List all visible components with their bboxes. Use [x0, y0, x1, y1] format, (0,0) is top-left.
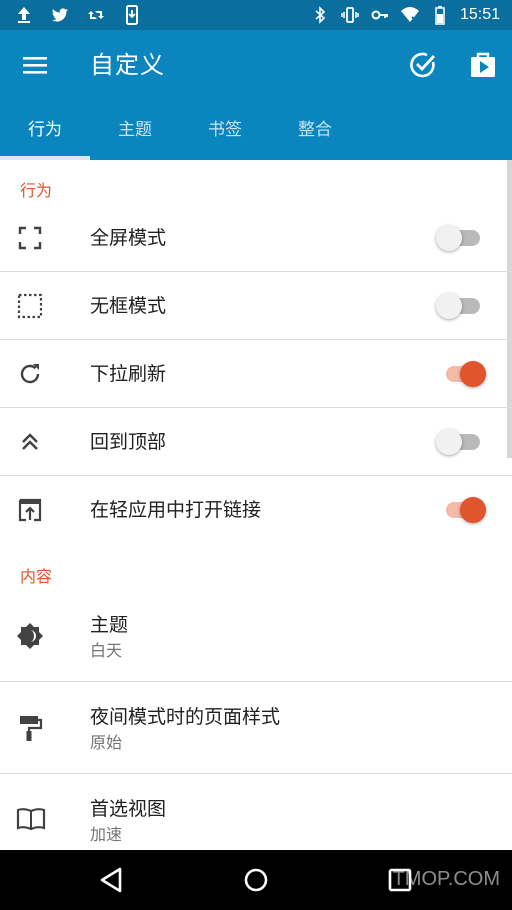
setting-night-page-style[interactable]: 夜间模式时的页面样式 原始 — [0, 682, 512, 774]
toggle-switch[interactable] — [436, 495, 492, 525]
clock: 15:51 — [459, 6, 500, 23]
page-title: 自定义 — [90, 51, 165, 79]
refresh-icon — [20, 364, 40, 384]
setting-label: 下拉刷新 — [90, 363, 167, 385]
battery-icon — [435, 6, 445, 25]
tab-theme[interactable]: 主题 — [90, 102, 180, 160]
setting-label: 在轻应用中打开链接 — [90, 499, 262, 521]
upload-icon — [18, 7, 30, 23]
setting-theme[interactable]: 主题 白天 — [0, 590, 512, 682]
setting-label: 回到顶部 — [90, 431, 167, 453]
status-bar: 15:51 — [0, 0, 512, 30]
brightness-icon — [17, 623, 43, 649]
settings-list[interactable]: 行为 全屏模式 无框模式 下拉刷新 回到顶部 在轻应用中打开链接 内容 主题 白… — [0, 160, 512, 850]
paint-roller-icon — [20, 716, 43, 741]
toggle-switch[interactable] — [436, 223, 492, 253]
double-chevron-up-icon — [22, 433, 38, 450]
key-icon — [371, 10, 388, 20]
watermark: ITMOP.COM — [387, 868, 500, 890]
setting-label: 夜间模式时的页面样式 — [90, 706, 281, 728]
setting-back-to-top[interactable]: 回到顶部 — [0, 408, 512, 476]
setting-pull-refresh[interactable]: 下拉刷新 — [0, 340, 512, 408]
book-icon — [16, 808, 46, 831]
setting-value: 加速 — [90, 825, 123, 844]
setting-preferred-view[interactable]: 首选视图 加速 — [0, 774, 512, 850]
back-icon[interactable] — [96, 864, 128, 896]
fullscreen-icon — [18, 226, 42, 250]
setting-label: 首选视图 — [90, 798, 167, 820]
navigation-bar: ITMOP.COM — [0, 850, 512, 910]
open-in-app-icon — [18, 498, 42, 522]
hamburger-menu-icon[interactable] — [22, 52, 48, 78]
twitter-icon — [52, 8, 68, 22]
frameless-icon — [17, 293, 43, 319]
wifi-icon — [400, 7, 419, 23]
vibrate-icon — [341, 7, 359, 23]
phone-download-icon — [126, 5, 138, 25]
retweet-icon — [88, 11, 104, 19]
toggle-switch[interactable] — [436, 427, 492, 457]
setting-value: 白天 — [90, 641, 123, 660]
app-bar: 自定义 行为 主题 书签 整合 — [0, 30, 512, 160]
setting-fullscreen[interactable]: 全屏模式 — [0, 204, 512, 272]
setting-label: 主题 — [90, 614, 129, 636]
play-store-icon[interactable] — [468, 50, 498, 80]
setting-open-links-in-app[interactable]: 在轻应用中打开链接 — [0, 476, 512, 544]
section-header-behavior: 行为 — [20, 181, 53, 200]
setting-label: 全屏模式 — [90, 227, 167, 249]
toggle-switch[interactable] — [436, 291, 492, 321]
setting-frameless[interactable]: 无框模式 — [0, 272, 512, 340]
tab-bookmarks[interactable]: 书签 — [180, 102, 270, 160]
setting-value: 原始 — [90, 733, 123, 752]
bluetooth-icon — [315, 6, 326, 24]
toggle-switch[interactable] — [436, 359, 492, 389]
tab-behavior[interactable]: 行为 — [0, 102, 90, 160]
tab-bar: 行为 主题 书签 整合 — [0, 102, 512, 160]
tab-integration[interactable]: 整合 — [270, 102, 360, 160]
setting-label: 无框模式 — [90, 295, 167, 317]
check-circle-icon[interactable] — [408, 50, 438, 80]
section-header-content: 内容 — [20, 567, 53, 586]
home-icon[interactable] — [240, 864, 272, 896]
